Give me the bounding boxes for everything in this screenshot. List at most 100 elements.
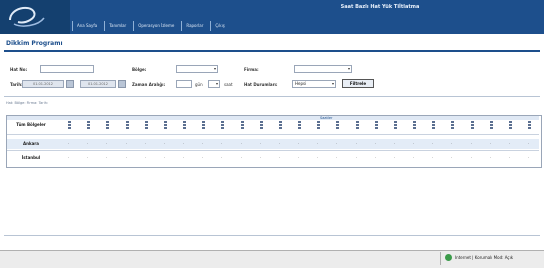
table-cell[interactable]: - bbox=[260, 155, 261, 159]
table-cell[interactable]: - bbox=[164, 141, 165, 145]
chevron-down-icon: ▾ bbox=[213, 66, 216, 71]
table-cell[interactable]: - bbox=[432, 141, 433, 145]
table-cell[interactable]: - bbox=[87, 141, 88, 145]
table-cell[interactable]: - bbox=[221, 141, 222, 145]
hour-column-header bbox=[394, 121, 397, 133]
table-cell[interactable]: - bbox=[336, 155, 337, 159]
table-row[interactable]: İstanbul bbox=[7, 153, 55, 163]
table-cell[interactable]: - bbox=[317, 155, 318, 159]
table-cell[interactable]: - bbox=[509, 155, 510, 159]
nav-reports[interactable]: Raporlar bbox=[181, 21, 207, 31]
table-cell[interactable]: - bbox=[68, 155, 69, 159]
table-cell[interactable]: - bbox=[126, 141, 127, 145]
table-cell[interactable]: - bbox=[356, 141, 357, 145]
hat-no-input[interactable] bbox=[40, 65, 94, 73]
bolge-select[interactable]: ▾ bbox=[176, 65, 218, 73]
date-from-input[interactable]: 01.01.2012 bbox=[22, 80, 64, 88]
hat-durumlari-select[interactable]: Hepsi ▾ bbox=[292, 80, 336, 88]
hour-column-header bbox=[260, 121, 263, 133]
nav-logout[interactable]: Çıkış bbox=[210, 21, 228, 31]
nav-operation-monitoring[interactable]: Operasyon İzleme bbox=[133, 21, 178, 31]
hour-column-header bbox=[317, 121, 320, 133]
table-cell[interactable]: - bbox=[241, 141, 242, 145]
table-cell[interactable]: - bbox=[106, 141, 107, 145]
table-cell[interactable]: - bbox=[202, 141, 203, 145]
bolge-label: Bölge: bbox=[132, 67, 147, 72]
table-cell[interactable]: - bbox=[183, 141, 184, 145]
hour-column-header bbox=[145, 121, 148, 133]
table-cell[interactable]: - bbox=[221, 155, 222, 159]
table-cell[interactable]: - bbox=[528, 155, 529, 159]
table-cell[interactable]: - bbox=[471, 141, 472, 145]
table-cell[interactable]: - bbox=[356, 155, 357, 159]
table-header-band bbox=[7, 116, 539, 120]
hour-column-header bbox=[221, 121, 224, 133]
hour-column-header bbox=[126, 121, 129, 133]
table-cell[interactable]: - bbox=[298, 155, 299, 159]
hour-column-header bbox=[183, 121, 186, 133]
day-input[interactable] bbox=[176, 80, 192, 88]
hat-durumlari-label: Hat Durumları: bbox=[244, 82, 278, 87]
table-cell[interactable]: - bbox=[260, 141, 261, 145]
hour-column-header bbox=[279, 121, 282, 133]
app-title: Saat Bazlı Hat Yük Tiİtlatma bbox=[340, 4, 420, 10]
date-to-input[interactable]: 01.01.2012 bbox=[80, 80, 116, 88]
row-divider bbox=[7, 150, 539, 151]
logo-icon bbox=[9, 6, 45, 27]
table-cell[interactable]: - bbox=[106, 155, 107, 159]
filter-button[interactable]: Filtrele bbox=[342, 79, 374, 88]
table-cell[interactable]: - bbox=[432, 155, 433, 159]
hour-unit-label: saat bbox=[224, 82, 233, 87]
hour-column-header bbox=[336, 121, 339, 133]
table-cell[interactable]: - bbox=[241, 155, 242, 159]
table-cell[interactable]: - bbox=[490, 155, 491, 159]
table-cell[interactable]: - bbox=[509, 141, 510, 145]
table-cell[interactable]: - bbox=[394, 155, 395, 159]
table-cell[interactable]: - bbox=[471, 155, 472, 159]
hour-column-header bbox=[106, 121, 109, 133]
hour-column-header bbox=[413, 121, 416, 133]
nav-home[interactable]: Ana Sayfa bbox=[72, 21, 101, 31]
status-text: Internet | Korumalı Mod: Açık bbox=[455, 255, 514, 260]
table-row[interactable]: Ankara bbox=[7, 139, 55, 149]
table-cell[interactable]: - bbox=[126, 155, 127, 159]
table-cell[interactable]: - bbox=[145, 141, 146, 145]
hour-column-header bbox=[528, 121, 531, 133]
hat-durumlari-value: Hepsi bbox=[295, 81, 307, 86]
page-title: Dikkim Programı bbox=[6, 40, 63, 47]
table-cell[interactable]: - bbox=[279, 141, 280, 145]
chevron-down-icon: ▾ bbox=[215, 81, 218, 86]
table-cell[interactable]: - bbox=[451, 155, 452, 159]
table-cell[interactable]: - bbox=[202, 155, 203, 159]
table-cell[interactable]: - bbox=[68, 141, 69, 145]
chevron-down-icon: ▾ bbox=[331, 81, 334, 86]
table-cell[interactable]: - bbox=[451, 141, 452, 145]
hour-select[interactable]: ▾ bbox=[208, 80, 220, 88]
table-cell[interactable]: - bbox=[375, 141, 376, 145]
calendar-icon[interactable] bbox=[118, 80, 126, 88]
hat-no-label: Hat No: bbox=[10, 67, 28, 72]
day-unit-label: gün bbox=[195, 82, 203, 87]
table-cell[interactable]: - bbox=[317, 141, 318, 145]
table-cell[interactable]: - bbox=[164, 155, 165, 159]
filter-summary: Hat: Bölge: Firma: Tarih: bbox=[6, 101, 49, 105]
hour-column-header bbox=[432, 121, 435, 133]
table-cell[interactable]: - bbox=[490, 141, 491, 145]
table-cell[interactable]: - bbox=[394, 141, 395, 145]
table-cell[interactable]: - bbox=[413, 141, 414, 145]
table-cell[interactable]: - bbox=[413, 155, 414, 159]
table-cell[interactable]: - bbox=[375, 155, 376, 159]
table-cell[interactable]: - bbox=[336, 141, 337, 145]
table-cell[interactable]: - bbox=[183, 155, 184, 159]
table-cell[interactable]: - bbox=[528, 141, 529, 145]
hour-column-header bbox=[298, 121, 301, 133]
table-cell[interactable]: - bbox=[87, 155, 88, 159]
nav-definitions[interactable]: Tanımlar bbox=[104, 21, 130, 31]
internet-zone-icon bbox=[445, 254, 452, 261]
table-cell[interactable]: - bbox=[145, 155, 146, 159]
calendar-icon[interactable] bbox=[66, 80, 74, 88]
table-cell[interactable]: - bbox=[279, 155, 280, 159]
firma-select[interactable]: ▾ bbox=[294, 65, 352, 73]
table-cell[interactable]: - bbox=[298, 141, 299, 145]
main-nav: Ana Sayfa Tanımlar Operasyon İzleme Rapo… bbox=[72, 20, 229, 32]
